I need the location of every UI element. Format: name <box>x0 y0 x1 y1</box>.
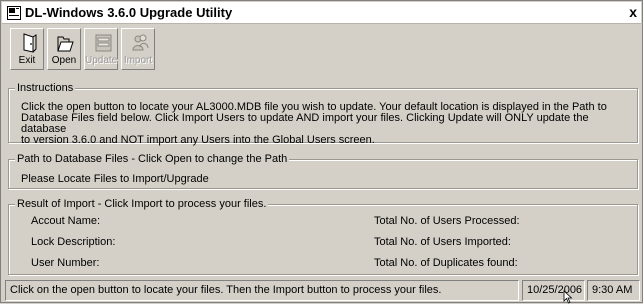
status-message: Click on the open button to locate your … <box>5 280 519 301</box>
status-time: 9:30 AM <box>587 280 640 301</box>
update-button[interactable]: Update <box>84 28 118 70</box>
account-name-label: Accout Name: <box>31 215 101 227</box>
instructions-line-3: to version 3.6.0 and NOT import any User… <box>21 134 375 146</box>
close-icon[interactable]: x <box>629 4 637 20</box>
exit-button[interactable]: Exit <box>10 28 44 70</box>
door-icon <box>23 33 37 53</box>
window-title: DL-Windows 3.6.0 Upgrade Utility <box>25 5 233 20</box>
import-button-label: Import <box>123 55 153 66</box>
mouse-pointer-icon <box>563 290 573 304</box>
open-button-label: Open <box>51 55 77 66</box>
user-number-label: User Number: <box>31 257 100 269</box>
exit-button-label: Exit <box>18 55 36 66</box>
main-window: DL-Windows 3.6.0 Upgrade Utility x Exit … <box>0 0 643 304</box>
instructions-line-2: Database Files field below. Click Import… <box>21 112 589 135</box>
path-legend: Path to Database Files - Click Open to c… <box>15 153 290 166</box>
open-button[interactable]: Open <box>47 28 81 70</box>
update-button-label: Update <box>85 55 118 66</box>
lock-description-label: Lock Description: <box>31 236 116 248</box>
instructions-text: Click the open button to locate your AL3… <box>21 102 631 146</box>
duplicates-found-label: Total No. of Duplicates found: <box>374 257 518 269</box>
folder-open-icon <box>57 36 74 52</box>
import-button[interactable]: Import <box>121 28 155 70</box>
status-bar: Click on the open button to locate your … <box>2 279 642 302</box>
users-processed-label: Total No. of Users Processed: <box>374 215 520 227</box>
database-icon <box>95 34 112 52</box>
status-date: 10/25/2006 <box>522 280 585 301</box>
title-bar[interactable]: DL-Windows 3.6.0 Upgrade Utility x <box>2 2 641 24</box>
app-icon <box>7 6 21 20</box>
users-imported-label: Total No. of Users Imported: <box>374 236 511 248</box>
database-path-value: Please Locate Files to Import/Upgrade <box>21 173 209 185</box>
instructions-group: Instructions Click the open button to lo… <box>8 82 638 146</box>
users-icon <box>132 34 149 51</box>
import-results-legend: Result of Import - Click Import to proce… <box>15 198 269 211</box>
path-group: Path to Database Files - Click Open to c… <box>8 153 638 189</box>
import-results-group: Result of Import - Click Import to proce… <box>8 198 638 275</box>
instructions-legend: Instructions <box>15 82 76 95</box>
